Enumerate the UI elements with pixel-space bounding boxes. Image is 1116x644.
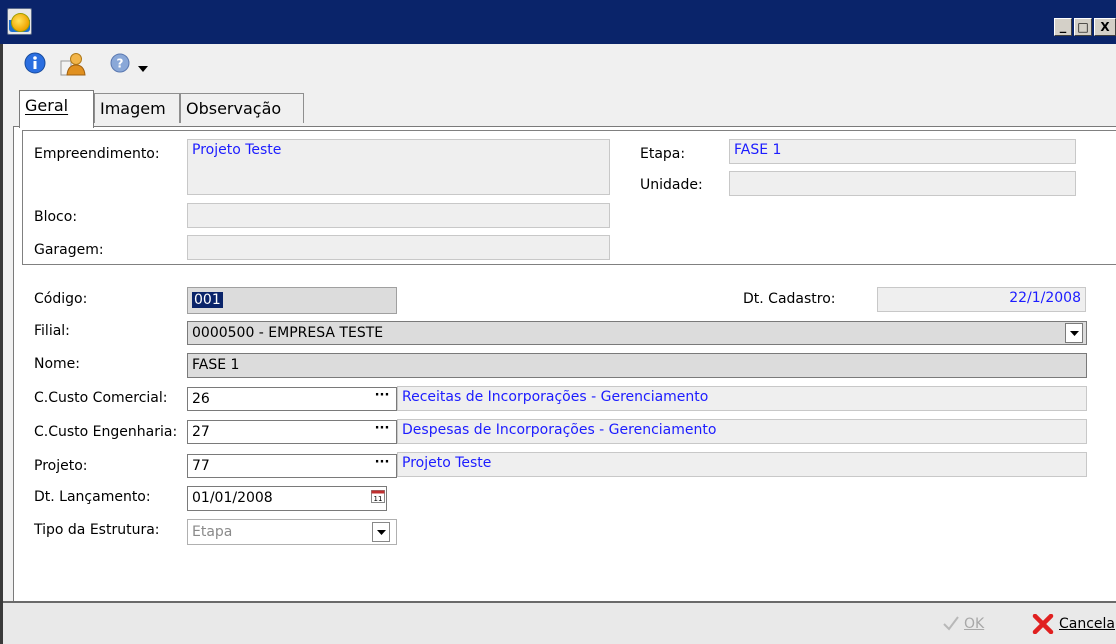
ccusto-engenharia-field[interactable]: 27 <box>187 420 397 444</box>
dt-lancamento-label: Dt. Lançamento: <box>34 489 151 505</box>
toolbar <box>3 44 1116 86</box>
ccusto-engenharia-label: C.Custo Engenharia: <box>34 424 178 440</box>
empreendimento-label: Empreendimento: <box>34 146 160 162</box>
ccusto-comercial-lookup-button[interactable]: ··· <box>372 389 392 407</box>
codigo-value: 001 <box>192 292 223 308</box>
nome-field[interactable]: FASE 1 <box>187 353 1087 378</box>
ccusto-engenharia-lookup-button[interactable]: ··· <box>372 422 392 440</box>
ccusto-comercial-label: C.Custo Comercial: <box>34 390 168 406</box>
svg-text:11: 11 <box>374 495 383 503</box>
ccusto-comercial-description: Receitas de Incorporações - Gerenciament… <box>397 386 1087 411</box>
etapa-label: Etapa: <box>640 146 686 162</box>
empreendimento-field: Projeto Teste <box>187 139 610 195</box>
projeto-field[interactable]: 77 <box>187 454 397 478</box>
calendar-icon[interactable]: 11 <box>371 489 385 503</box>
filial-dropdown-button[interactable] <box>1065 323 1083 343</box>
filial-select[interactable]: 0000500 - EMPRESA TESTE <box>187 321 1087 345</box>
tab-geral[interactable]: Geral <box>19 90 94 128</box>
bloco-label: Bloco: <box>34 209 78 225</box>
projeto-lookup-button[interactable]: ··· <box>372 456 392 474</box>
codigo-label: Código: <box>34 291 88 307</box>
help-icon[interactable]: ? <box>110 53 130 73</box>
projeto-description: Projeto Teste <box>397 452 1087 477</box>
tab-observacao[interactable]: Observação <box>180 93 304 123</box>
garagem-label: Garagem: <box>34 242 104 258</box>
tab-imagem-label: Imagem <box>100 99 166 118</box>
app-icon <box>7 8 32 35</box>
tipo-estrutura-label: Tipo da Estrutura: <box>34 522 160 538</box>
ok-check-icon <box>942 614 960 632</box>
tab-geral-label: Geral <box>25 96 69 115</box>
dt-cadastro-label: Dt. Cadastro: <box>743 291 836 307</box>
ccusto-comercial-field[interactable]: 26 <box>187 387 397 411</box>
minimize-button[interactable]: _ <box>1054 18 1072 36</box>
cancel-button[interactable]: Cancela <box>1059 616 1115 632</box>
title-bar[interactable] <box>0 0 1116 44</box>
codigo-field[interactable]: 001 <box>187 287 397 314</box>
unidade-label: Unidade: <box>640 177 703 193</box>
tipo-estrutura-dropdown-button[interactable] <box>372 522 390 542</box>
filial-label: Filial: <box>34 323 70 339</box>
projeto-label: Projeto: <box>34 458 88 474</box>
tab-observacao-label: Observação <box>186 99 282 118</box>
dt-cadastro-field: 22/1/2008 <box>877 287 1086 312</box>
maximize-button[interactable]: □ <box>1074 18 1092 36</box>
close-button[interactable]: X <box>1094 18 1116 36</box>
chevron-down-icon <box>376 530 386 535</box>
cancel-button-label: Cancela <box>1059 616 1116 632</box>
unidade-field <box>729 171 1076 196</box>
bloco-field <box>187 203 610 228</box>
dt-lancamento-field[interactable]: 01/01/2008 <box>187 486 387 511</box>
svg-text:?: ? <box>117 57 124 71</box>
dropdown-arrow-icon[interactable] <box>138 61 148 72</box>
tab-imagem[interactable]: Imagem <box>94 93 180 123</box>
garagem-field <box>187 235 610 260</box>
tipo-estrutura-select[interactable]: Etapa <box>187 519 397 545</box>
ccusto-engenharia-description: Despesas de Incorporações - Gerenciament… <box>397 419 1087 444</box>
user-icon[interactable] <box>60 51 86 77</box>
cancel-x-icon <box>1032 613 1054 635</box>
nome-label: Nome: <box>34 356 81 372</box>
info-icon[interactable] <box>24 52 46 74</box>
chevron-down-icon <box>1069 331 1079 336</box>
etapa-field: FASE 1 <box>729 139 1076 164</box>
ok-button[interactable]: OK <box>964 616 984 632</box>
